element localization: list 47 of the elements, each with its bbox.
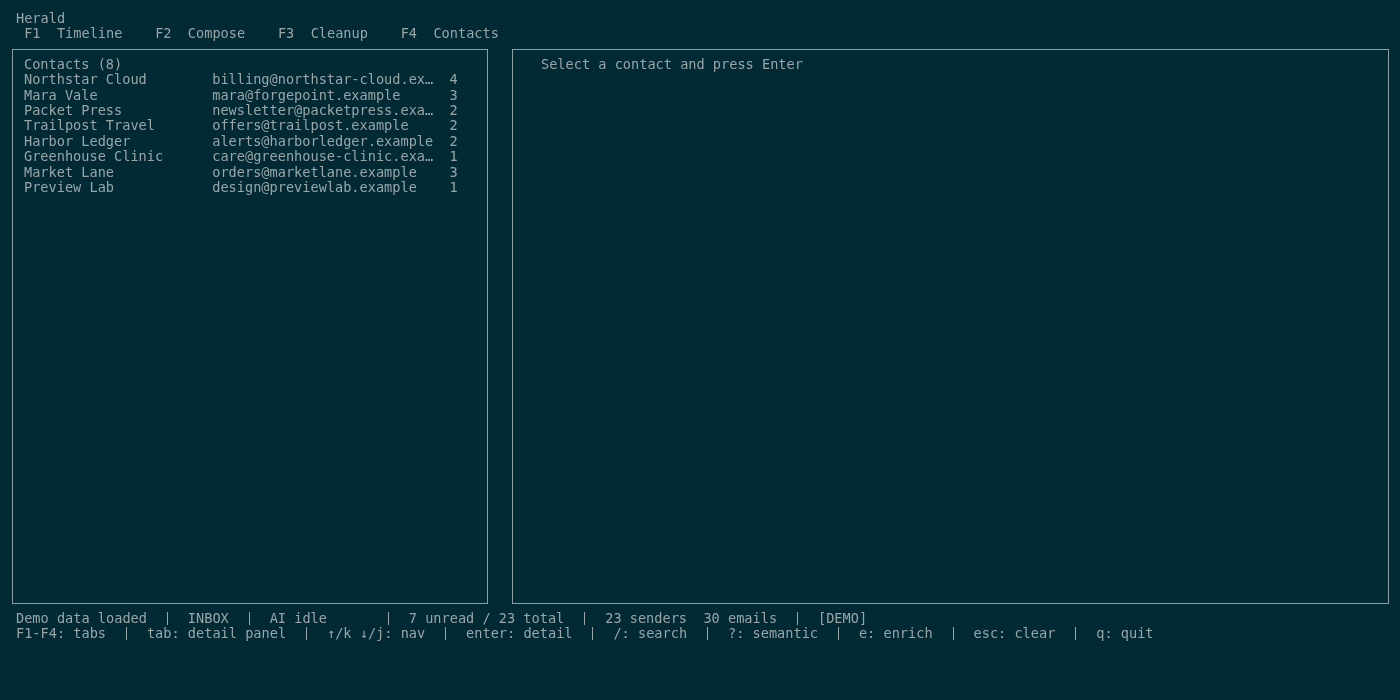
key-hint: /: search (613, 626, 688, 642)
contact-name[interactable]: Harbor Ledger (24, 133, 213, 150)
tab[interactable]: F1 Timeline (24, 26, 123, 42)
contact-name[interactable]: Trailpost Travel (24, 118, 213, 134)
message-count: 2 (449, 103, 458, 119)
contact-name[interactable]: Northstar Cloud (24, 72, 213, 88)
key-hint: esc: clear (973, 626, 1056, 642)
mode-label: [DEMO] (818, 610, 868, 627)
sender-count: 23 senders (605, 610, 688, 627)
empty-state-text: Select a contact and press Enter (541, 56, 803, 73)
contact-email: newsletter@packetpress.exa… (212, 103, 435, 119)
message-count: 2 (449, 133, 458, 150)
key-hint: enter: detail (466, 626, 573, 642)
contact-email: care@greenhouse-clinic.exa… (212, 149, 435, 165)
key-hint: ?: semantic (728, 626, 819, 642)
message-count: 3 (449, 87, 458, 104)
message-count: 4 (449, 72, 458, 88)
key-hint: ↑/k ↓/j: nav (327, 626, 426, 642)
key-hint: e: enrich (858, 626, 933, 642)
unread-count: 7 unread / 23 total (408, 610, 565, 627)
message-count: 2 (449, 118, 458, 134)
app-title: Herald (15, 11, 66, 27)
contact-name[interactable]: Packet Press (24, 103, 213, 119)
email-count: 30 emails (703, 610, 778, 627)
message-count: 3 (449, 164, 458, 181)
ai-status: AI idle (269, 610, 328, 627)
contact-name[interactable]: Preview Lab (24, 180, 213, 196)
key-hint: q: quit (1096, 626, 1154, 642)
contact-email: mara@forgepoint.example (212, 87, 401, 104)
panel-title: Contacts (8) (24, 56, 123, 73)
contact-name[interactable]: Mara Vale (24, 87, 213, 104)
contact-email: design@previewlab.example (212, 180, 418, 196)
mailbox-label: INBOX (187, 610, 229, 627)
tab[interactable]: F3 Cleanup (277, 26, 368, 42)
contact-email: billing@northstar-cloud.ex… (212, 72, 435, 88)
contact-email: orders@marketlane.example (212, 164, 417, 181)
contact-email: alerts@harborledger.example (212, 133, 435, 150)
contact-name[interactable]: Greenhouse Clinic (24, 149, 213, 165)
message-count: 1 (449, 180, 458, 196)
contact-email: offers@trailpost.example (212, 118, 409, 134)
status-message: Demo data loaded (16, 610, 147, 627)
tab[interactable]: F2 Compose (155, 26, 246, 42)
tab[interactable]: F4 Contacts (400, 26, 499, 42)
key-hint: F1-F4: tabs (16, 626, 107, 642)
key-hint: tab: detail panel (146, 626, 287, 642)
contact-name[interactable]: Market Lane (24, 164, 213, 181)
message-count: 1 (449, 149, 458, 165)
